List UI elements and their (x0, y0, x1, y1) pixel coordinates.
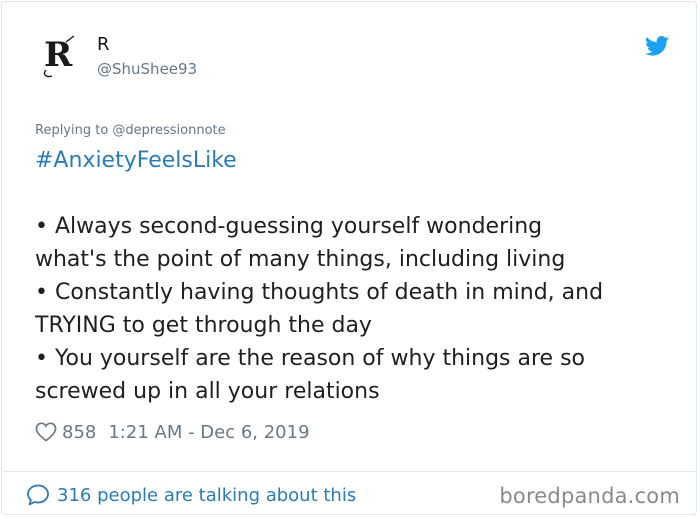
display-name[interactable]: R (97, 34, 110, 56)
tweet-card: R R @ShuShee93 Replying to @depressionno… (1, 1, 697, 515)
tweet-text: • Always second-guessing yourself wonder… (35, 210, 675, 408)
heart-icon[interactable] (35, 422, 57, 442)
tweet-line: • Constantly having thoughts of death in… (35, 280, 604, 305)
speech-bubble-icon (27, 484, 49, 506)
replying-to[interactable]: Replying to @depressionnote (35, 122, 226, 140)
timestamp[interactable]: 1:21 AM - Dec 6, 2019 (108, 422, 309, 443)
hashtag-link[interactable]: #AnxietyFeelsLike (35, 146, 237, 176)
divider (3, 471, 697, 472)
talking-label: 316 people are talking about this (57, 484, 357, 506)
like-count: 858 (62, 421, 97, 443)
twitter-bird-icon[interactable] (645, 36, 669, 56)
avatar[interactable]: R (38, 30, 86, 78)
tweet-line: screwed up in all your relations (35, 379, 380, 404)
tweet-line: TRYING to get through the day (35, 313, 372, 338)
watermark: boredpanda.com (499, 484, 680, 508)
tweet-line: • You yourself are the reason of why thi… (35, 346, 585, 371)
tweet-line: what's the point of many things, includi… (35, 247, 566, 272)
svg-text:R: R (44, 35, 73, 75)
tweet-meta: 858 1:21 AM - Dec 6, 2019 (35, 419, 310, 445)
user-handle[interactable]: @ShuShee93 (97, 60, 197, 78)
talking-link[interactable]: 316 people are talking about this (26, 482, 356, 508)
tweet-line: • Always second-guessing yourself wonder… (35, 214, 543, 239)
